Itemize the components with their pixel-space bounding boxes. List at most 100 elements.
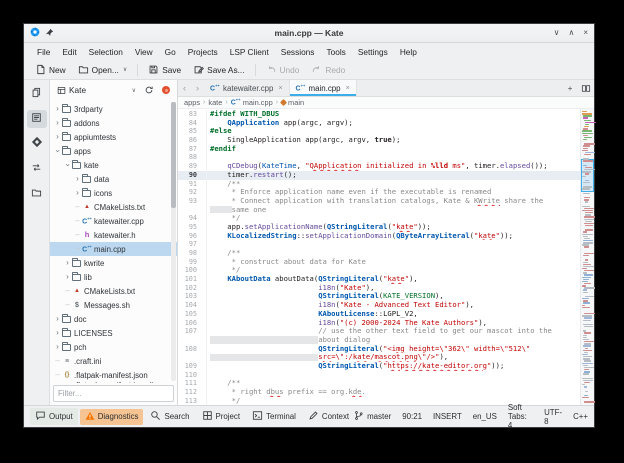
- menu-lsp-client[interactable]: LSP Client: [225, 45, 274, 59]
- statusbar-field-en-us[interactable]: en_US: [473, 412, 497, 421]
- pin-icon[interactable]: [45, 28, 54, 39]
- statusbar-context-button[interactable]: Context: [303, 408, 354, 425]
- code-line-91[interactable]: 91 /**: [178, 179, 580, 189]
- tab-main.cpp[interactable]: C++ main.cpp ×: [289, 80, 357, 96]
- code-line-86[interactable]: 86 SingleApplication app(argc, argv, tru…: [178, 136, 580, 145]
- tree-item-icons[interactable]: › icons: [50, 186, 177, 200]
- expander-chevron-icon[interactable]: ›: [53, 329, 62, 337]
- breadcrumb-apps[interactable]: apps: [184, 98, 200, 107]
- dock-filesystem-button[interactable]: [27, 185, 47, 203]
- tree-item-3rdparty[interactable]: › 3rdparty: [50, 102, 177, 116]
- code-line-93[interactable]: 93 * Connect application with translatio…: [178, 196, 580, 206]
- menu-go[interactable]: Go: [160, 45, 181, 59]
- statusbar-field-soft-tabs-4[interactable]: Soft Tabs: 4: [508, 403, 533, 430]
- expander-chevron-icon[interactable]: ›: [73, 175, 82, 183]
- dock-git-button[interactable]: [27, 160, 47, 178]
- tree-scrollbar-thumb[interactable]: [171, 102, 176, 209]
- tree-item-.flatpak-manifest.json[interactable]: –{} .flatpak-manifest.json: [50, 368, 177, 382]
- statusbar-terminal-button[interactable]: Terminal: [247, 408, 301, 425]
- code-line-88[interactable]: 88: [178, 153, 580, 163]
- split-view-icon[interactable]: [578, 80, 594, 96]
- history-forward-button[interactable]: ›: [191, 80, 204, 96]
- open-button[interactable]: Open... ∨: [73, 62, 133, 77]
- breadcrumb-main[interactable]: main: [280, 98, 304, 107]
- minimize-button[interactable]: ∨: [554, 29, 560, 37]
- new-button[interactable]: New: [30, 62, 71, 77]
- code-view[interactable]: 83 #ifdef WITH_DBUS 84 QApplication app(ar…: [178, 109, 580, 405]
- tree-item-appiumtests[interactable]: › appiumtests: [50, 130, 177, 144]
- tree-scrollbar[interactable]: [171, 102, 176, 381]
- tab-katewaiter.cpp[interactable]: C++ katewaiter.cpp ×: [204, 80, 290, 96]
- menu-edit[interactable]: Edit: [57, 45, 81, 59]
- code-line-107[interactable]: 107 // use the other text field to get o…: [178, 327, 580, 336]
- code-line-wrapped[interactable]: about dialog: [178, 335, 580, 345]
- minimap-scrollbar[interactable]: [580, 109, 596, 405]
- tree-item-kwrite[interactable]: › kwrite: [50, 256, 177, 270]
- tree-item-.craft.ini[interactable]: – ≡ .craft.ini: [50, 354, 177, 368]
- expander-chevron-icon[interactable]: ›: [64, 161, 73, 170]
- statusbar-output-button[interactable]: Output: [30, 408, 78, 425]
- expander-chevron-icon[interactable]: ›: [53, 133, 62, 141]
- menu-file[interactable]: File: [32, 45, 55, 59]
- tree-item-addons[interactable]: › addons: [50, 116, 177, 130]
- tree-item-messages.sh[interactable]: – $ Messages.sh: [50, 298, 177, 312]
- redo-button[interactable]: Redo: [306, 62, 350, 77]
- code-line-100[interactable]: 100 */: [178, 266, 580, 276]
- expander-chevron-icon[interactable]: ›: [54, 147, 63, 156]
- expander-chevron-icon[interactable]: ›: [73, 189, 82, 197]
- code-line-105[interactable]: 105 KAboutLicense::LGPL_V2,: [178, 309, 580, 319]
- menu-sessions[interactable]: Sessions: [276, 45, 320, 59]
- expander-chevron-icon[interactable]: ›: [53, 119, 62, 127]
- menu-selection[interactable]: Selection: [84, 45, 128, 59]
- title-bar[interactable]: main.cpp — Kate ∨ ∧ ×: [24, 24, 594, 43]
- tree-item-katewaiter.cpp[interactable]: – C++ katewaiter.cpp: [50, 214, 177, 228]
- code-line-108[interactable]: 108 QStringLiteral("<img height=\"362\" …: [178, 344, 580, 354]
- statusbar-field-90-21[interactable]: 90:21: [402, 412, 422, 421]
- code-line-94[interactable]: 94 */: [178, 214, 580, 223]
- dock-documents-button[interactable]: [27, 85, 47, 103]
- statusbar-diagnostics-button[interactable]: Diagnostics: [79, 408, 144, 425]
- code-line-83[interactable]: 83 #ifdef WITH_DBUS: [178, 110, 580, 119]
- code-line-109[interactable]: 109 QStringLiteral("https://kate-editor.…: [178, 361, 580, 371]
- tab-close-icon[interactable]: ×: [278, 85, 282, 92]
- statusbar-field-c-[interactable]: C++: [573, 412, 588, 421]
- code-line-90[interactable]: 90 timer.restart();: [178, 170, 580, 180]
- maximize-button[interactable]: ∧: [568, 29, 574, 37]
- code-line-113[interactable]: 113 */: [178, 396, 580, 405]
- expander-chevron-icon[interactable]: ›: [53, 315, 62, 323]
- code-line-96[interactable]: 96 KLocalizedString::setApplicationDomai…: [178, 231, 580, 241]
- code-line-103[interactable]: 103 QStringLiteral(KATE_VERSION),: [178, 292, 580, 302]
- code-line-84[interactable]: 84 QApplication app(argc, argv);: [178, 118, 580, 128]
- save-as-button[interactable]: Save As...: [188, 62, 249, 77]
- dock-projects-button[interactable]: [26, 110, 47, 128]
- statusbar-project-button[interactable]: Project: [197, 408, 246, 425]
- reload-project-button[interactable]: [142, 83, 156, 97]
- undo-button[interactable]: Undo: [261, 62, 305, 77]
- menu-view[interactable]: View: [130, 45, 158, 59]
- statusbar-field-utf-8[interactable]: UTF-8: [544, 408, 562, 426]
- code-line-wrapped[interactable]: src=\":/kate/mascot.png\"/>"),: [178, 353, 580, 362]
- statusbar-field-insert[interactable]: INSERT: [433, 412, 462, 421]
- breadcrumb-kate[interactable]: kate: [208, 98, 222, 107]
- tree-item-.flatpak-manifest.json.license[interactable]: –≡.flatpak-manifest.json.license: [50, 382, 177, 383]
- tree-item-apps[interactable]: › apps: [50, 144, 177, 158]
- tree-item-cmakelists.txt[interactable]: – ▲ CMakeLists.txt: [50, 284, 177, 298]
- code-line-85[interactable]: 85 #else: [178, 127, 580, 137]
- tab-close-icon[interactable]: ×: [346, 85, 350, 92]
- code-line-92[interactable]: 92 * Enforce application name even if th…: [178, 188, 580, 197]
- code-line-102[interactable]: 102 i18n("Kate"),: [178, 283, 580, 293]
- code-line-112[interactable]: 112 * right dbus prefix == org.kde.: [178, 388, 580, 397]
- tree-item-pch[interactable]: › pch: [50, 340, 177, 354]
- code-line-99[interactable]: 99 * construct about data for Kate: [178, 257, 580, 267]
- menu-projects[interactable]: Projects: [183, 45, 223, 59]
- menu-tools[interactable]: Tools: [321, 45, 350, 59]
- tree-item-data[interactable]: › data: [50, 172, 177, 186]
- expander-chevron-icon[interactable]: ›: [63, 259, 72, 267]
- menu-help[interactable]: Help: [395, 45, 422, 59]
- expander-chevron-icon[interactable]: ›: [53, 343, 62, 351]
- code-line-104[interactable]: 104 i18n("Kate - Advanced Text Editor"),: [178, 301, 580, 310]
- code-line-wrapped[interactable]: same one: [178, 205, 580, 215]
- code-line-111[interactable]: 111 /**: [178, 379, 580, 388]
- new-tab-button[interactable]: +: [562, 80, 578, 96]
- code-line-101[interactable]: 101 KAboutData aboutData(QStringLiteral(…: [178, 275, 580, 284]
